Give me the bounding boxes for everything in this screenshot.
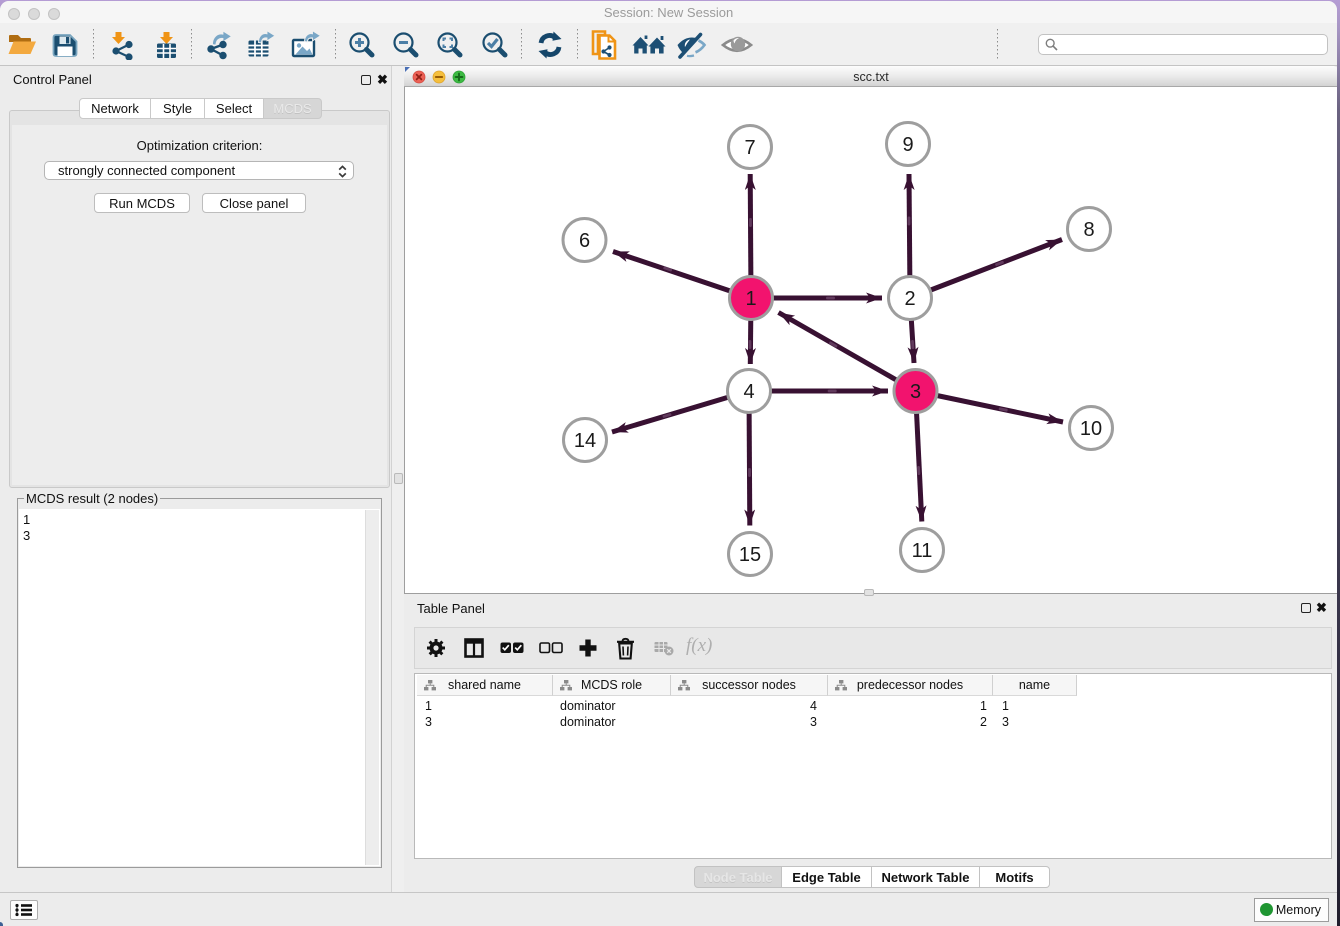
svg-text:11: 11	[912, 540, 933, 562]
svg-text:4: 4	[743, 381, 754, 403]
svg-text:14: 14	[574, 430, 596, 452]
svg-text:10: 10	[1080, 418, 1102, 440]
svg-text:9: 9	[902, 134, 913, 156]
svg-text:7: 7	[744, 137, 755, 159]
svg-text:15: 15	[739, 544, 761, 566]
svg-text:8: 8	[1083, 219, 1094, 241]
svg-text:1: 1	[745, 288, 756, 310]
svg-text:3: 3	[910, 381, 921, 403]
svg-text:6: 6	[579, 230, 590, 252]
svg-text:2: 2	[904, 288, 915, 310]
